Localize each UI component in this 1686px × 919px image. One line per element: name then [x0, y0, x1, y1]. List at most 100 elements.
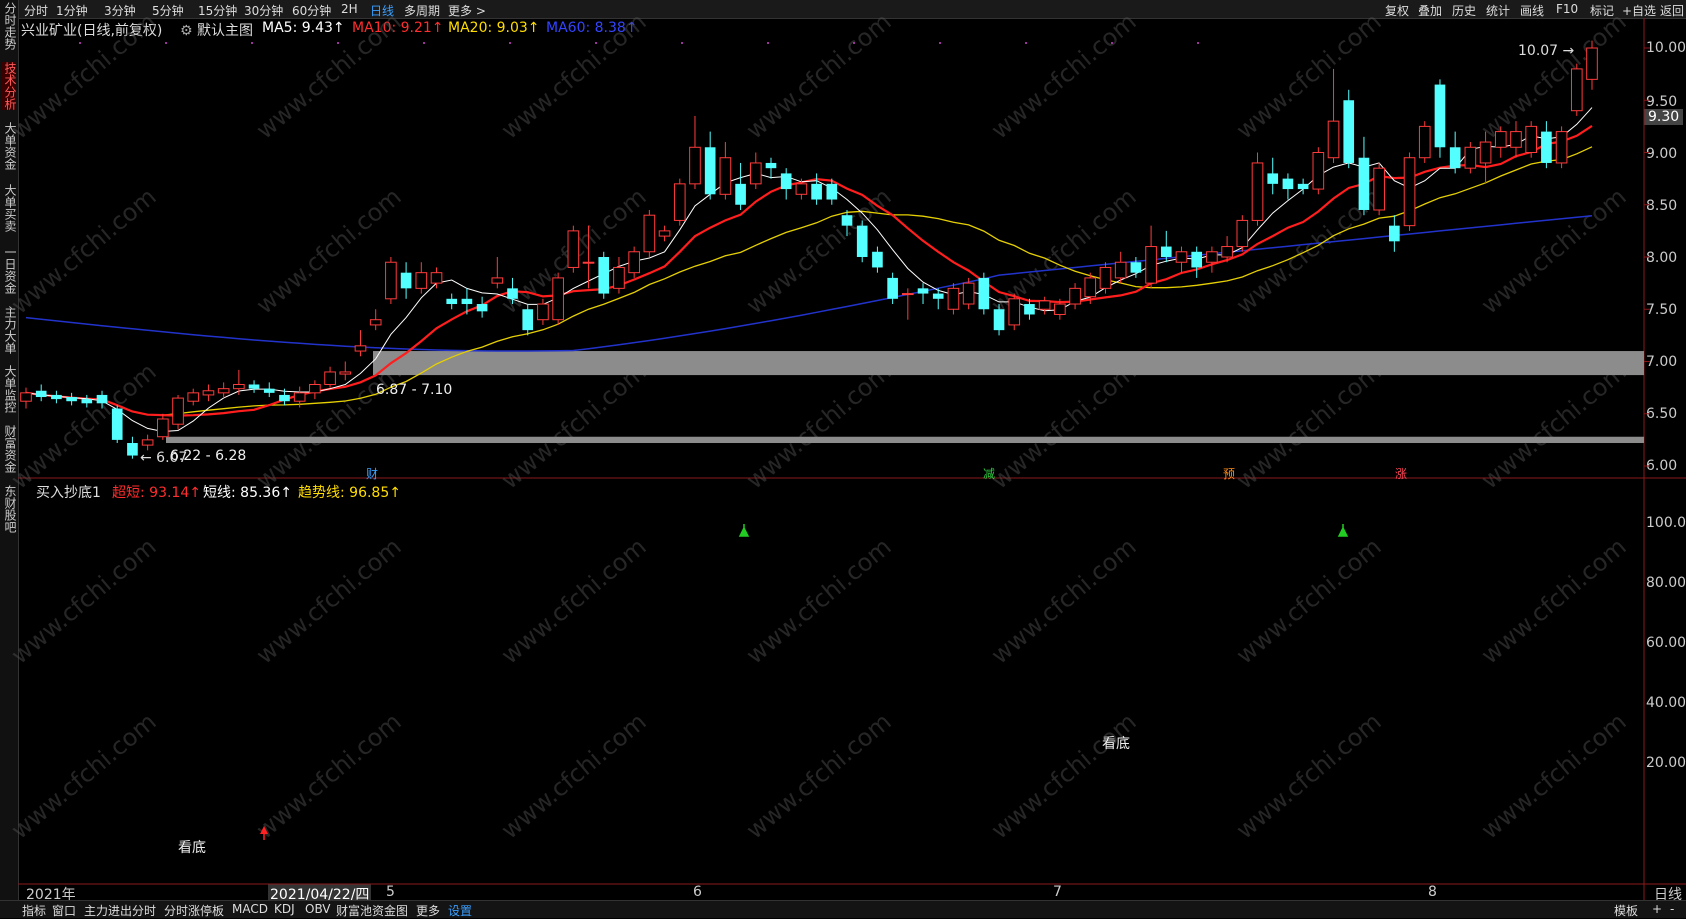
candle-up	[1145, 246, 1157, 284]
candle-down	[704, 147, 716, 195]
candle-down	[1434, 84, 1446, 148]
candle-up	[658, 230, 671, 237]
candle-up	[1479, 141, 1492, 164]
candle-down	[248, 384, 260, 389]
candle-up	[141, 439, 154, 446]
bottom-template[interactable]: 模板	[1614, 902, 1638, 919]
event-dot	[681, 42, 683, 44]
candle-down	[978, 277, 990, 310]
watermark-text: www.cfchi.com	[1476, 707, 1632, 844]
candle-down	[856, 225, 868, 257]
candle-down	[96, 394, 108, 404]
candle-up	[1464, 146, 1477, 169]
bottom-item-more[interactable]: 更多	[416, 902, 440, 919]
candle-down	[1358, 157, 1370, 210]
candle-down	[598, 257, 610, 294]
zoom-out-button[interactable]: -	[1670, 902, 1674, 916]
candle-up	[1099, 266, 1112, 289]
indicator-bottom-label: 看底	[1102, 736, 1130, 752]
candle-down	[51, 394, 62, 400]
bottom-item-fenshi[interactable]: 分时涨停板	[164, 902, 224, 919]
candle-up	[1206, 251, 1218, 263]
watermark-text: www.cfchi.com	[496, 357, 652, 494]
bottom-item-macd[interactable]: MACD	[232, 902, 268, 916]
event-dot	[251, 42, 253, 44]
watermark-text: www.cfchi.com	[6, 182, 162, 319]
candle-down	[1191, 251, 1203, 268]
candle-down	[1160, 246, 1172, 257]
candle-up	[1114, 261, 1127, 279]
candle-down	[1024, 304, 1035, 315]
bottom-item-caifuchi[interactable]: 财富池资金图	[336, 902, 408, 919]
candle-up	[202, 390, 215, 396]
green-arrow-down-icon	[738, 524, 750, 537]
candle-down	[400, 272, 412, 289]
candle-up	[1327, 120, 1340, 159]
watermark-text: www.cfchi.com	[986, 357, 1142, 494]
candle-down	[263, 388, 275, 393]
bottom-item-kdj[interactable]: KDJ	[274, 902, 295, 916]
candle-up	[689, 146, 701, 185]
zone2-label: 6.22 - 6.28	[170, 448, 246, 464]
candle-up	[567, 230, 580, 268]
kline-chart[interactable]: www.cfchi.com www.cfchi.com www.cfchi.com w…	[0, 0, 1686, 917]
candle-down	[917, 288, 929, 294]
candle-down	[1343, 100, 1355, 163]
candle-up	[491, 277, 504, 284]
candle-down	[111, 408, 123, 440]
candle-up	[172, 397, 184, 425]
watermark-text: www.cfchi.com	[986, 707, 1142, 844]
candle-down	[1130, 262, 1142, 273]
bottom-item-zhibiao[interactable]: 指标	[22, 902, 46, 919]
candle-up	[1570, 68, 1583, 112]
watermark-text: www.cfchi.com	[496, 7, 652, 144]
watermark-text: www.cfchi.com	[251, 7, 407, 144]
candle-up	[1221, 246, 1233, 258]
candle-up	[339, 371, 352, 375]
candle-down	[826, 183, 838, 200]
candle-up	[628, 251, 640, 274]
candle-up	[552, 277, 564, 321]
candle-down	[279, 394, 290, 402]
indicator-bottom-label: 看底	[178, 840, 206, 856]
candle-up	[962, 282, 975, 305]
candle-up	[795, 183, 808, 195]
watermark-text: www.cfchi.com	[1231, 7, 1387, 144]
watermark-text: www.cfchi.com	[6, 7, 162, 144]
candle-up	[309, 383, 321, 394]
zone1-label: 6.87 - 7.10	[376, 382, 452, 398]
candle-up	[1510, 131, 1522, 148]
ma60-line	[25, 214, 1593, 352]
event-dot	[1025, 42, 1027, 44]
candle-up	[1054, 303, 1066, 315]
candle-up	[1084, 277, 1097, 298]
candle-up	[187, 392, 200, 402]
watermark-text: www.cfchi.com	[1231, 532, 1387, 669]
candle-up	[947, 287, 960, 310]
candle-up	[1236, 219, 1249, 248]
candle-up	[1418, 125, 1431, 159]
watermark-text: www.cfchi.com	[251, 532, 407, 669]
watermark-text: www.cfchi.com	[6, 707, 162, 844]
event-marker: 预	[1223, 467, 1235, 481]
candle-up	[1586, 47, 1598, 80]
candle-down	[1389, 225, 1400, 242]
bottom-item-settings[interactable]: 设置	[448, 902, 472, 919]
bottom-item-zhuli[interactable]: 主力进出分时	[84, 902, 156, 919]
watermark-text: www.cfchi.com	[6, 357, 162, 494]
candle-up	[1494, 131, 1507, 148]
bottom-item-chuangkou[interactable]: 窗口	[52, 902, 76, 919]
candle-down	[461, 298, 473, 305]
candle-down	[127, 443, 138, 456]
candle-up	[719, 157, 732, 195]
bottom-item-obv[interactable]: OBV	[305, 902, 331, 916]
candle-down	[780, 173, 792, 190]
candle-up	[385, 261, 397, 300]
candle-up	[415, 272, 428, 289]
candle-up	[1008, 298, 1021, 326]
candle-up	[749, 162, 762, 185]
event-dot	[79, 42, 81, 44]
candle-up	[902, 293, 914, 296]
zoom-in-button[interactable]: +	[1652, 902, 1662, 916]
candle-up	[613, 266, 625, 289]
